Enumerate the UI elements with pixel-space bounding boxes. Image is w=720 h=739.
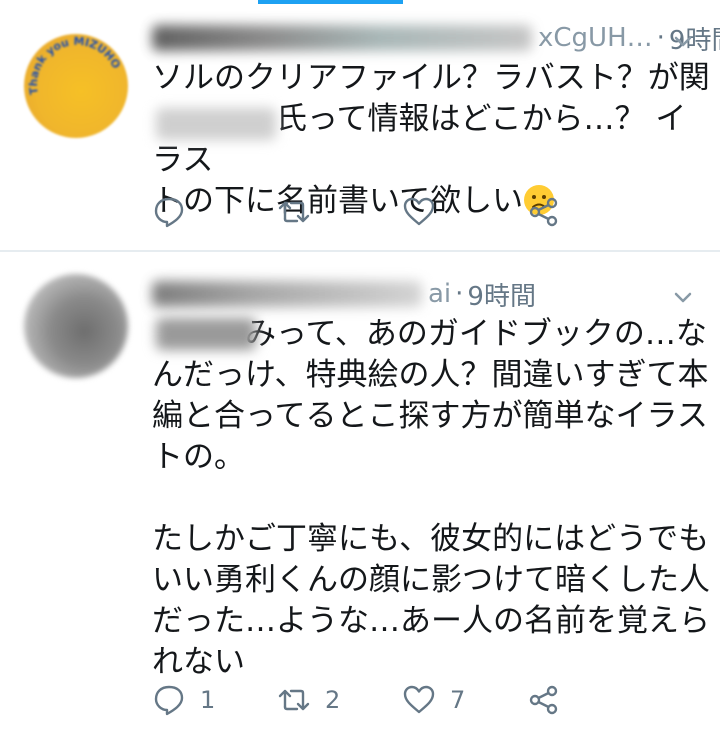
retweet-button[interactable] (277, 195, 402, 229)
like-button[interactable]: 7 (402, 683, 527, 717)
share-button[interactable] (527, 683, 652, 717)
retweet-icon (278, 201, 310, 223)
reply-count: 1 (200, 686, 216, 714)
reply-icon (154, 685, 184, 716)
tweet-text-paragraph: たしかご丁寧にも、彼女的にはどうでも いい勇利くんの顔に影つけて暗くした人 だっ… (152, 521, 710, 680)
chevron-down-icon[interactable] (672, 30, 694, 52)
tweet-text: みって、あのガイドブックの…な んだっけ、特典絵の人？間違いすぎて本 編と合って… (152, 314, 712, 683)
tweet[interactable]: Thank you MIZUHO xCgUH… · 9時間 ソルのクリアファイル… (0, 0, 720, 250)
tweet-header: xCgUH… · 9時間 (152, 18, 720, 58)
timestamp[interactable]: 9時間 (467, 276, 536, 313)
chevron-down-icon[interactable] (672, 286, 694, 308)
display-name-blurred[interactable] (152, 25, 532, 51)
avatar[interactable] (24, 274, 128, 378)
share-icon (529, 197, 558, 227)
reply-button[interactable]: 1 (152, 683, 277, 717)
avatar[interactable]: Thank you MIZUHO (24, 34, 128, 138)
like-icon (403, 197, 435, 226)
separator: · (455, 279, 464, 309)
separator: · (656, 23, 665, 53)
reply-icon (154, 197, 184, 228)
handle[interactable]: xCgUH… (538, 23, 653, 53)
like-icon (403, 685, 435, 714)
retweet-icon (278, 689, 310, 711)
retweet-button[interactable]: 2 (277, 683, 402, 717)
like-button[interactable] (402, 195, 527, 229)
svg-text:Thank you MIZUHO: Thank you MIZUHO (27, 35, 123, 96)
tweet-actions: 1 2 7 (152, 678, 652, 722)
tweet-header: ai · 9時間 (152, 274, 536, 314)
share-button[interactable] (527, 195, 652, 229)
handle[interactable]: ai (428, 279, 451, 309)
display-name-blurred[interactable] (152, 281, 422, 307)
like-count: 7 (450, 686, 466, 714)
redaction-blur (156, 108, 276, 140)
reply-button[interactable] (152, 195, 277, 229)
share-icon (529, 685, 558, 715)
redaction-blur (156, 318, 256, 350)
retweet-count: 2 (325, 686, 341, 714)
tweet-actions (152, 190, 652, 234)
avatar-logo: Thank you MIZUHO (27, 35, 123, 96)
